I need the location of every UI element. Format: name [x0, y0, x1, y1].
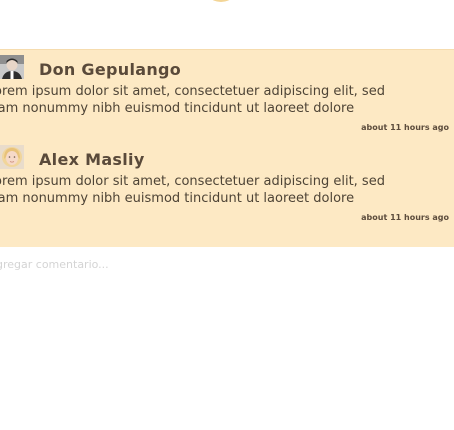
user-photo-icon	[0, 55, 24, 79]
comment-text-line: iam nonummy nibh euismod tincidunt ut la…	[0, 101, 355, 116]
comment-text-line: orem ipsum dolor sit amet, consectetuer …	[0, 174, 385, 189]
comments-page: Don Gepulango orem ipsum dolor sit amet,…	[0, 0, 454, 430]
comment-timestamp: about 11 hours ago	[361, 123, 449, 132]
user-photo-icon	[0, 145, 24, 169]
add-comment-input[interactable]	[0, 252, 296, 276]
comment-timestamp: about 11 hours ago	[361, 213, 449, 222]
avatar[interactable]	[0, 145, 24, 169]
comment-text: orem ipsum dolor sit amet, consectetuer …	[0, 173, 394, 207]
comment-text-line: orem ipsum dolor sit amet, consectetuer …	[0, 84, 385, 99]
comments-list: Don Gepulango orem ipsum dolor sit amet,…	[0, 49, 454, 247]
comment-text: orem ipsum dolor sit amet, consectetuer …	[0, 83, 394, 117]
avatar[interactable]	[0, 55, 24, 79]
comment-author[interactable]: Alex Masliy	[39, 150, 145, 169]
comment-author[interactable]: Don Gepulango	[39, 60, 181, 79]
comment-text-line: iam nonummy nibh euismod tincidunt ut la…	[0, 191, 355, 206]
